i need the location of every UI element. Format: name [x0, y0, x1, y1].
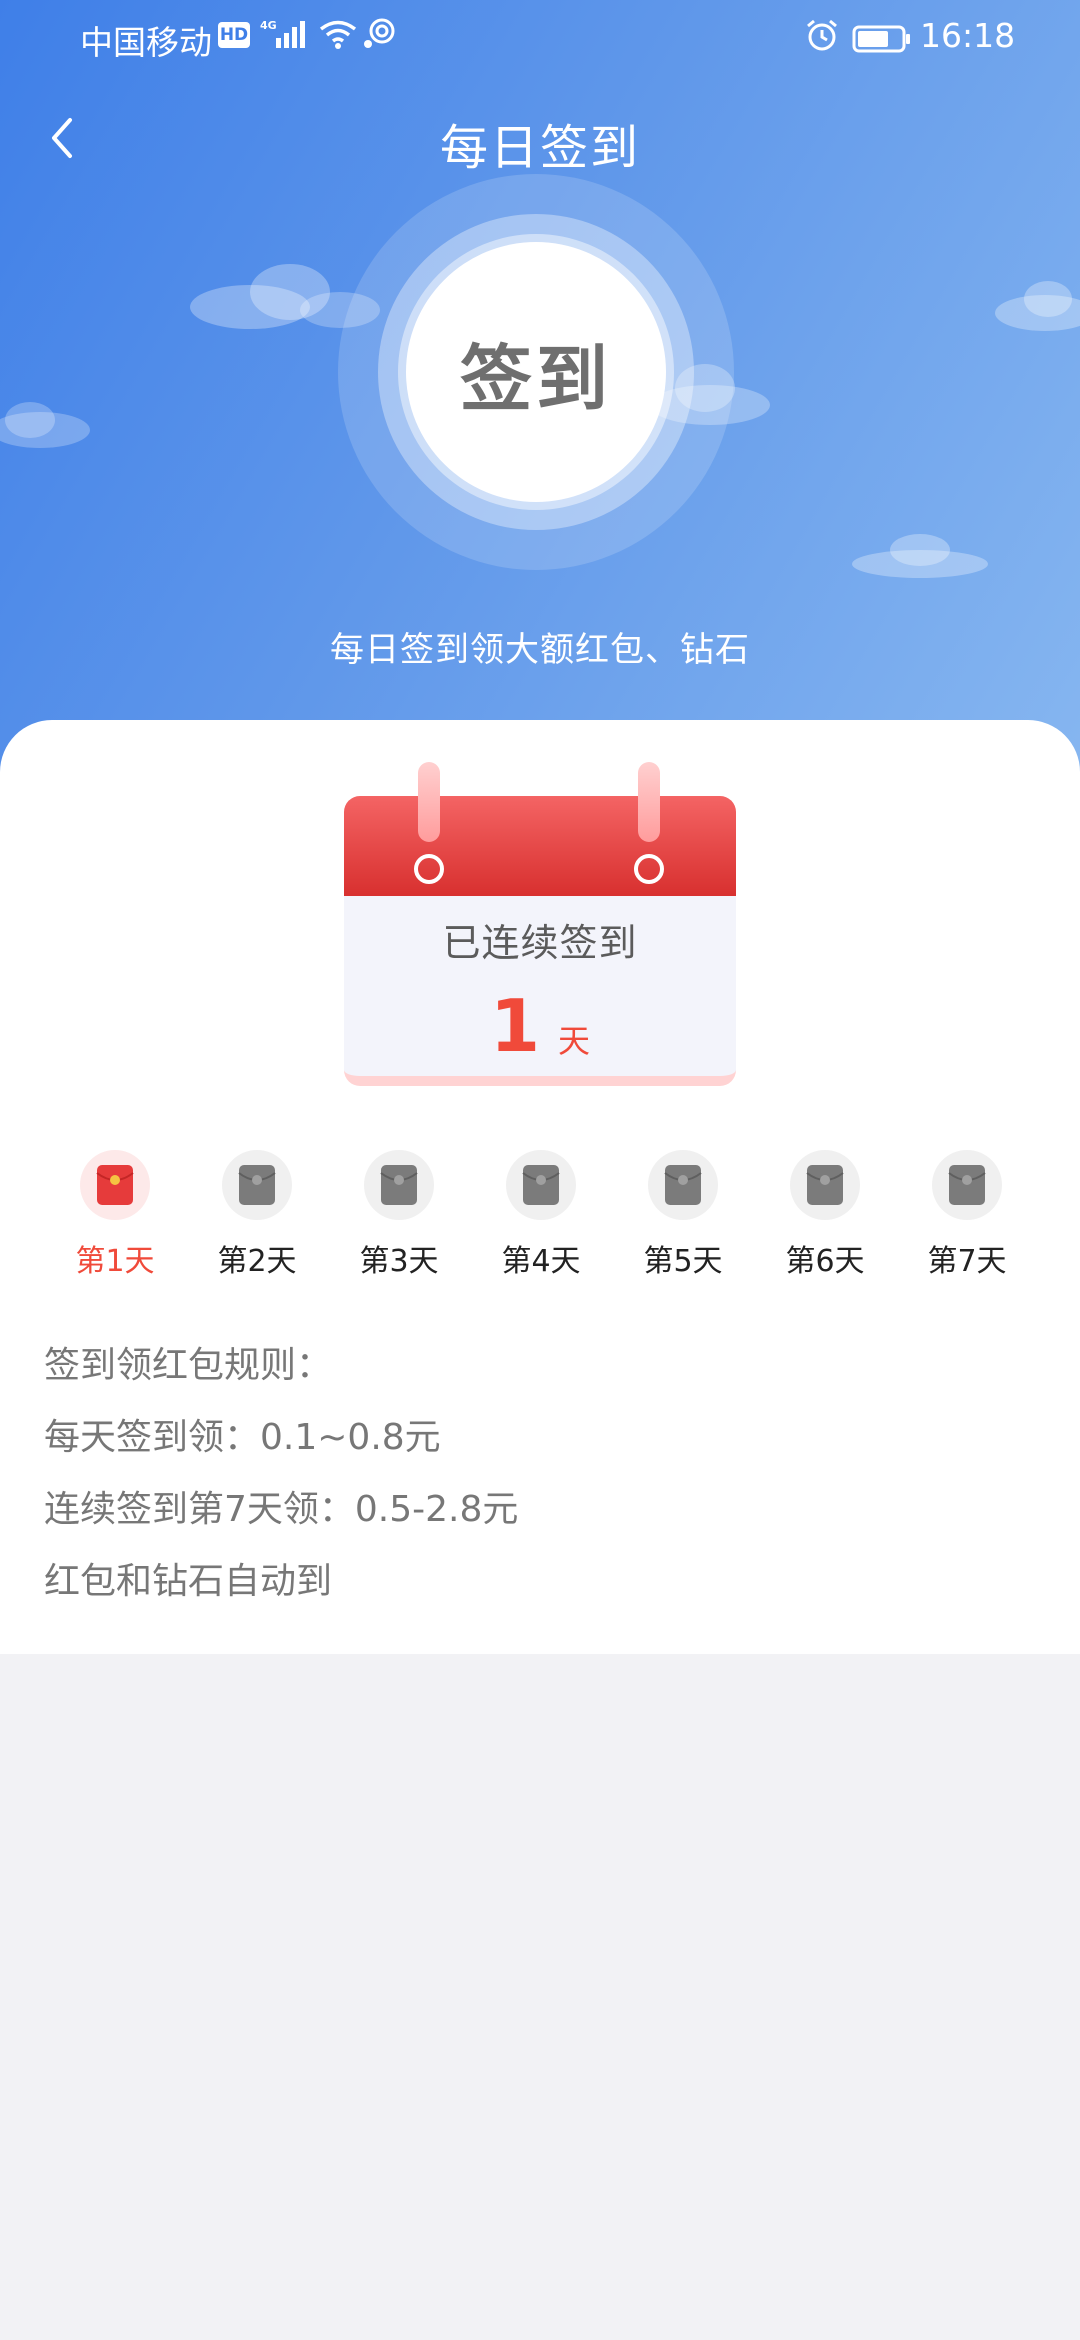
- grey-envelope-icon: [506, 1150, 576, 1220]
- calendar-header: [344, 796, 736, 896]
- day-label: 第6天: [785, 1244, 865, 1279]
- day-item-6: 第6天: [754, 1150, 896, 1280]
- day-label: 第1天: [75, 1244, 155, 1279]
- day-label: 第3天: [359, 1244, 439, 1279]
- wifi-icon: [318, 18, 358, 58]
- streak-days-unit: 天: [558, 1022, 591, 1060]
- grey-envelope-icon: [790, 1150, 860, 1220]
- day-label: 第5天: [643, 1244, 723, 1279]
- alarm-icon: [804, 18, 840, 60]
- day-label: 第7天: [927, 1244, 1007, 1279]
- rule-line: 每天签到领：0.1~0.8元: [44, 1417, 441, 1458]
- calendar-clip: [638, 762, 660, 842]
- header-banner: 中国移动 HD 4G 16:18 每日签到 签到 每日签到领大额红包、钻石: [0, 0, 1080, 780]
- day-item-5: 第5天: [612, 1150, 754, 1280]
- day-item-4: 第4天: [470, 1150, 612, 1280]
- red-envelope-icon: [80, 1150, 150, 1220]
- cloud-decoration: [852, 534, 988, 578]
- signin-subtitle: 每日签到领大额红包、钻石: [330, 630, 750, 670]
- day-label: 第2天: [217, 1244, 297, 1279]
- streak-calendar: 已连续签到 1 天: [344, 762, 736, 1102]
- calendar-ring: [414, 854, 444, 884]
- cloud-decoration: [995, 281, 1080, 331]
- rules-section: 签到领红包规则： 每天签到领：0.1~0.8元 连续签到第7天领：0.5-2.8…: [44, 1330, 1044, 1618]
- battery-icon: [852, 22, 912, 61]
- svg-text:4G: 4G: [260, 19, 277, 32]
- day-item-7: 第7天: [896, 1150, 1038, 1280]
- grey-envelope-icon: [222, 1150, 292, 1220]
- day-label: 第4天: [501, 1244, 581, 1279]
- grey-envelope-icon: [932, 1150, 1002, 1220]
- grey-envelope-icon: [364, 1150, 434, 1220]
- signin-button[interactable]: 签到: [406, 242, 666, 502]
- rules-title: 签到领红包规则：: [44, 1345, 333, 1386]
- streak-days-count: 1: [490, 984, 541, 1068]
- day-item-2: 第2天: [186, 1150, 328, 1280]
- clock-time: 16:18: [920, 16, 1016, 55]
- cloud-decoration: [0, 402, 90, 448]
- rule-line: 红包和钻石自动到: [44, 1561, 333, 1602]
- calendar-ring: [634, 854, 664, 884]
- day-item-1: 第1天: [44, 1150, 186, 1280]
- streak-label: 已连续签到: [442, 921, 638, 965]
- signal-icon: 4G: [260, 18, 310, 58]
- page-title: 每日签到: [439, 120, 640, 176]
- carrier-label: 中国移动: [80, 23, 212, 62]
- hd-icon: HD: [218, 22, 250, 48]
- hotspot-icon: [362, 18, 398, 58]
- rule-line: 连续签到第7天领：0.5-2.8元: [44, 1489, 519, 1530]
- status-bar: 中国移动 HD 4G 16:18: [0, 0, 1080, 72]
- grey-envelope-icon: [648, 1150, 718, 1220]
- day-progress-row: 第1天 第2天 第3天 第4天 第5天 第6天 第7天: [0, 1150, 1080, 1280]
- day-item-3: 第3天: [328, 1150, 470, 1280]
- signin-card: 已连续签到 1 天 第1天 第2天 第3天 第4天 第5天 第6天 第7天 签到…: [0, 720, 1080, 1654]
- calendar-clip: [418, 762, 440, 842]
